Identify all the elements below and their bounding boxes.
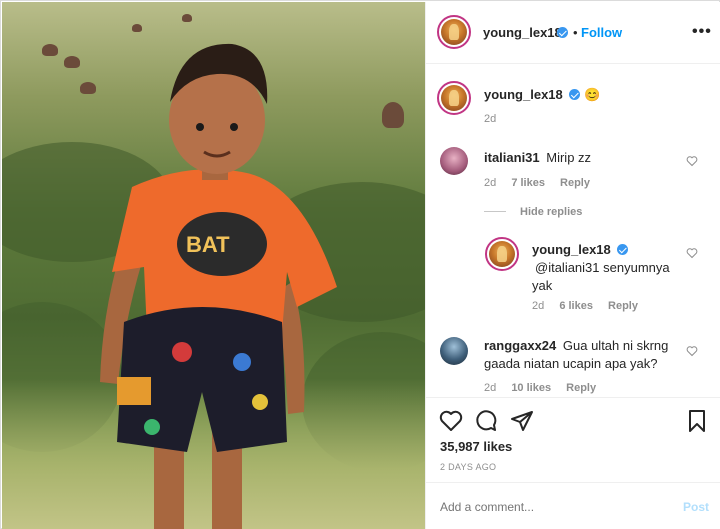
worker-figure: [382, 102, 404, 128]
reply-text: @italiani31 senyumnya yak: [532, 260, 670, 293]
hide-replies-button[interactable]: Hide replies: [520, 206, 582, 218]
reply-button[interactable]: Reply: [608, 300, 638, 312]
post-date: 2 DAYS AGO: [440, 462, 497, 472]
comment-age: 2d: [484, 382, 497, 394]
comment-meta: 2d 7 likes Reply: [484, 177, 602, 189]
child-figure: BAT: [100, 43, 337, 529]
comment-text: Mirip zz: [546, 150, 592, 165]
comment-meta: 2d 10 likes Reply: [484, 382, 608, 394]
post-photo[interactable]: BAT: [2, 2, 425, 529]
follow-button[interactable]: Follow: [581, 25, 622, 40]
worker-figure: [182, 14, 192, 22]
commenter-avatar[interactable]: [440, 337, 468, 365]
comment-username[interactable]: ranggaxx24: [484, 338, 556, 353]
caption-age: 2d: [484, 113, 497, 125]
heart-icon[interactable]: [439, 409, 463, 433]
comment-icon[interactable]: [474, 409, 498, 433]
reply-meta: 2d 6 likes Reply: [532, 300, 650, 312]
divider-line: [484, 211, 506, 212]
author-avatar[interactable]: [437, 15, 471, 49]
heart-icon[interactable]: [686, 155, 698, 167]
reply-likes[interactable]: 6 likes: [559, 300, 593, 312]
likes-count[interactable]: 35,987 likes: [440, 439, 512, 454]
comments-list[interactable]: young_lex18 😊 2d italiani31 Mirip zz 2d …: [426, 65, 720, 397]
svg-text:BAT: BAT: [186, 232, 230, 257]
caption-meta: 2d: [484, 113, 508, 125]
comment-age: 2d: [484, 177, 497, 189]
caption-username[interactable]: young_lex18: [484, 87, 563, 102]
reply-button[interactable]: Reply: [560, 177, 590, 189]
add-comment-bar: Post: [426, 482, 720, 529]
bookmark-icon[interactable]: [685, 409, 709, 433]
reply-avatar[interactable]: [485, 237, 519, 271]
comment-row: ranggaxx24 Gua ultah ni skrng gaada niat…: [484, 337, 674, 373]
reply-username[interactable]: young_lex18: [532, 242, 611, 257]
author-username[interactable]: young_lex18: [483, 25, 562, 40]
post-sidebar: young_lex18 • Follow ••• young_lex18 😊 2…: [425, 2, 720, 529]
more-icon[interactable]: •••: [692, 23, 712, 41]
reply-row: young_lex18 @italiani31 senyumnya yak: [532, 241, 672, 295]
verified-icon: [569, 89, 581, 100]
post-button[interactable]: Post: [683, 500, 709, 514]
caption-row: young_lex18 😊: [484, 87, 600, 103]
heart-icon[interactable]: [686, 247, 698, 259]
post-header: young_lex18 • Follow •••: [426, 2, 720, 64]
comment-input[interactable]: [440, 500, 660, 514]
reply-button[interactable]: Reply: [566, 382, 596, 394]
worker-figure: [42, 44, 58, 56]
instagram-post: BAT young_lex18 • Follow ••• young_lex18…: [0, 0, 720, 529]
worker-figure: [132, 24, 142, 32]
comment-username[interactable]: italiani31: [484, 150, 540, 165]
caption-emoji: 😊: [584, 87, 601, 102]
verified-icon: [617, 244, 629, 255]
post-actions: 35,987 likes 2 DAYS AGO: [426, 397, 720, 482]
heart-icon[interactable]: [686, 345, 698, 357]
comment-likes[interactable]: 10 likes: [511, 382, 551, 394]
separator-dot: •: [573, 25, 578, 40]
comment-likes[interactable]: 7 likes: [511, 177, 545, 189]
worker-figure: [64, 56, 80, 68]
comment-row: italiani31 Mirip zz: [484, 150, 591, 165]
caption-avatar[interactable]: [437, 81, 471, 115]
share-icon[interactable]: [510, 409, 534, 433]
reply-age: 2d: [532, 300, 545, 312]
commenter-avatar[interactable]: [440, 147, 468, 175]
verified-icon: [557, 27, 568, 38]
